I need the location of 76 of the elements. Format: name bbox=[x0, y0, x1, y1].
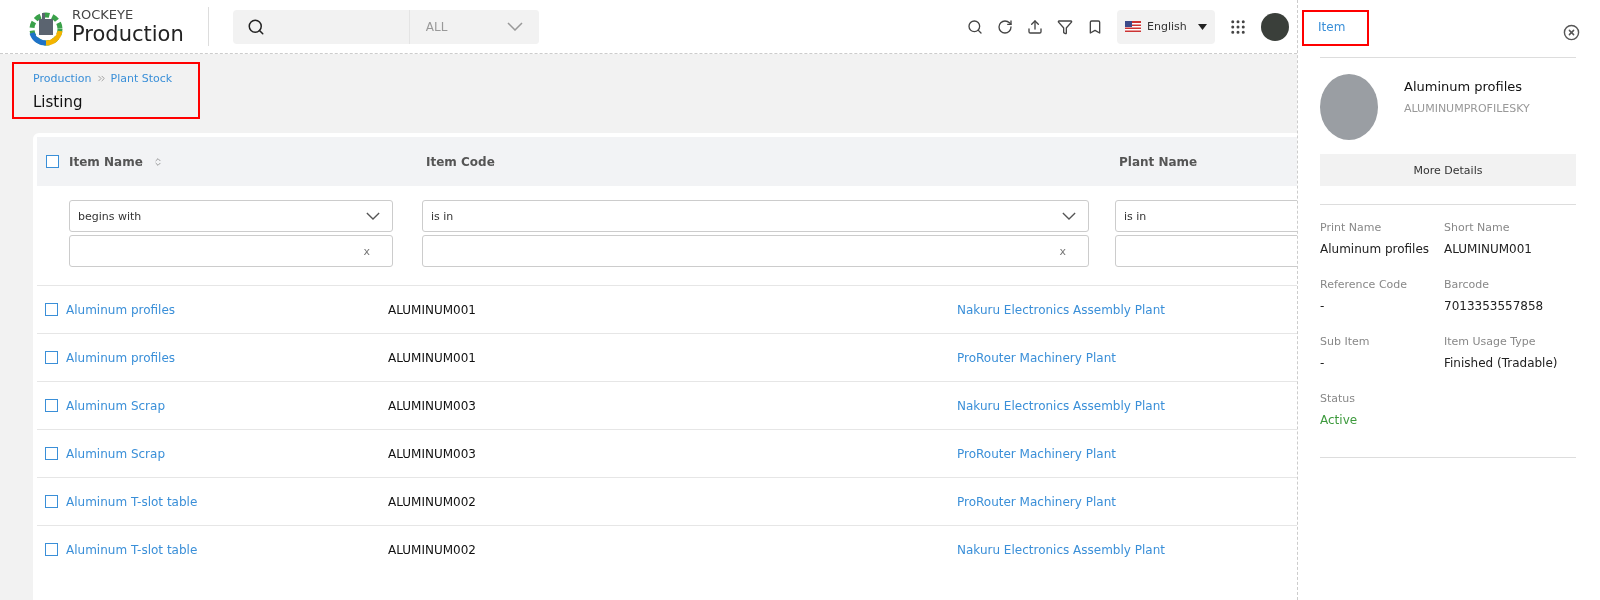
app-name: Production bbox=[72, 22, 184, 46]
sort-icon[interactable] bbox=[152, 156, 163, 167]
plant-name-link[interactable]: Nakuru Electronics Assembly Plant bbox=[957, 302, 1165, 317]
column-header[interactable]: Item Code bbox=[426, 154, 495, 169]
item-code: ALUMINUM002 bbox=[388, 494, 476, 509]
brand-name: ROCKEYE bbox=[72, 7, 135, 22]
breadcrumb-link[interactable]: Production bbox=[33, 72, 92, 85]
caret-icon bbox=[1198, 23, 1207, 30]
field-label: Barcode bbox=[1444, 278, 1491, 291]
chevron-down-icon bbox=[1062, 212, 1076, 220]
item-name-link[interactable]: Aluminum Scrap bbox=[66, 446, 165, 461]
field-label: Print Name bbox=[1320, 221, 1383, 234]
plant-name-link[interactable]: ProRouter Machinery Plant bbox=[957, 446, 1116, 461]
checkbox[interactable] bbox=[45, 303, 58, 316]
filter-input[interactable]: x bbox=[69, 235, 393, 267]
language-button[interactable]: English bbox=[1117, 9, 1215, 44]
breadcrumb-link[interactable]: Plant Stock bbox=[110, 72, 173, 85]
refresh-icon[interactable] bbox=[997, 18, 1013, 35]
field-label: Sub Item bbox=[1320, 335, 1371, 348]
item-name-link[interactable]: Aluminum profiles bbox=[66, 302, 176, 317]
field-value: Finished (Tradable) bbox=[1444, 356, 1559, 370]
item-name-link[interactable]: Aluminum T-slot table bbox=[66, 494, 198, 509]
checkbox[interactable] bbox=[45, 495, 58, 508]
column-header[interactable]: Plant Name bbox=[1119, 154, 1198, 169]
filter-input[interactable]: x bbox=[422, 235, 1089, 267]
plant-name-link[interactable]: ProRouter Machinery Plant bbox=[957, 350, 1116, 365]
checkbox[interactable] bbox=[45, 351, 58, 364]
more-details-button[interactable]: More Details bbox=[1320, 154, 1576, 186]
chevron-down-icon bbox=[366, 212, 380, 220]
item-tab[interactable]: Item bbox=[1302, 10, 1370, 46]
plant-name-link[interactable]: Nakuru Electronics Assembly Plant bbox=[957, 542, 1165, 557]
field-label: Status bbox=[1320, 392, 1357, 405]
column-header[interactable]: Item Name bbox=[69, 154, 143, 169]
filter-icon[interactable] bbox=[1057, 18, 1073, 35]
field-value: - bbox=[1320, 356, 1326, 370]
filter-operator-select[interactable]: is in bbox=[422, 200, 1089, 232]
avatar[interactable] bbox=[1261, 12, 1289, 41]
clear-button[interactable]: x bbox=[1059, 244, 1066, 258]
field-value: Active bbox=[1320, 413, 1359, 427]
item-name-link[interactable]: Aluminum Scrap bbox=[66, 398, 165, 413]
field-label: Reference Code bbox=[1320, 278, 1409, 291]
search-icon[interactable] bbox=[967, 18, 983, 35]
field-value: Aluminum profiles bbox=[1320, 242, 1431, 256]
upload-icon[interactable] bbox=[1027, 18, 1043, 35]
bookmark-icon[interactable] bbox=[1087, 18, 1103, 35]
field-label: Short Name bbox=[1444, 221, 1511, 234]
search-icon bbox=[246, 17, 265, 36]
item-key: ALUMINUMPROFILESKY bbox=[1404, 102, 1530, 115]
plant-name-link[interactable]: ProRouter Machinery Plant bbox=[957, 494, 1116, 509]
checkbox[interactable] bbox=[45, 399, 58, 412]
filter-operator-select[interactable]: begins with bbox=[69, 200, 393, 232]
item-name-link[interactable]: Aluminum profiles bbox=[66, 350, 176, 365]
field-label: Item Usage Type bbox=[1444, 335, 1537, 348]
close-icon[interactable] bbox=[1563, 24, 1580, 41]
clear-button[interactable]: x bbox=[363, 244, 370, 258]
field-value: ALUMINUM001 bbox=[1444, 242, 1533, 256]
field-value: - bbox=[1320, 299, 1326, 313]
chevron-down-icon bbox=[506, 22, 523, 31]
item-code: ALUMINUM002 bbox=[388, 542, 476, 557]
checkbox[interactable] bbox=[45, 447, 58, 460]
flag-icon bbox=[1125, 21, 1141, 32]
item-name: Aluminum profiles bbox=[1404, 79, 1524, 94]
breadcrumb-separator-icon bbox=[95, 73, 107, 84]
field-value: 7013353557858 bbox=[1444, 299, 1545, 313]
page-title: Listing bbox=[33, 93, 84, 111]
search-field[interactable]: ALL bbox=[232, 9, 539, 44]
checkbox[interactable] bbox=[46, 155, 59, 168]
item-code: ALUMINUM001 bbox=[388, 302, 476, 317]
item-name-link[interactable]: Aluminum T-slot table bbox=[66, 542, 198, 557]
plant-name-link[interactable]: Nakuru Electronics Assembly Plant bbox=[957, 398, 1165, 413]
filter-operator-select[interactable]: is in bbox=[1115, 200, 1297, 232]
item-code: ALUMINUM001 bbox=[388, 350, 476, 365]
item-code: ALUMINUM003 bbox=[388, 398, 476, 413]
checkbox[interactable] bbox=[45, 543, 58, 556]
apps-grid-icon[interactable] bbox=[1229, 17, 1247, 36]
item-code: ALUMINUM003 bbox=[388, 446, 476, 461]
